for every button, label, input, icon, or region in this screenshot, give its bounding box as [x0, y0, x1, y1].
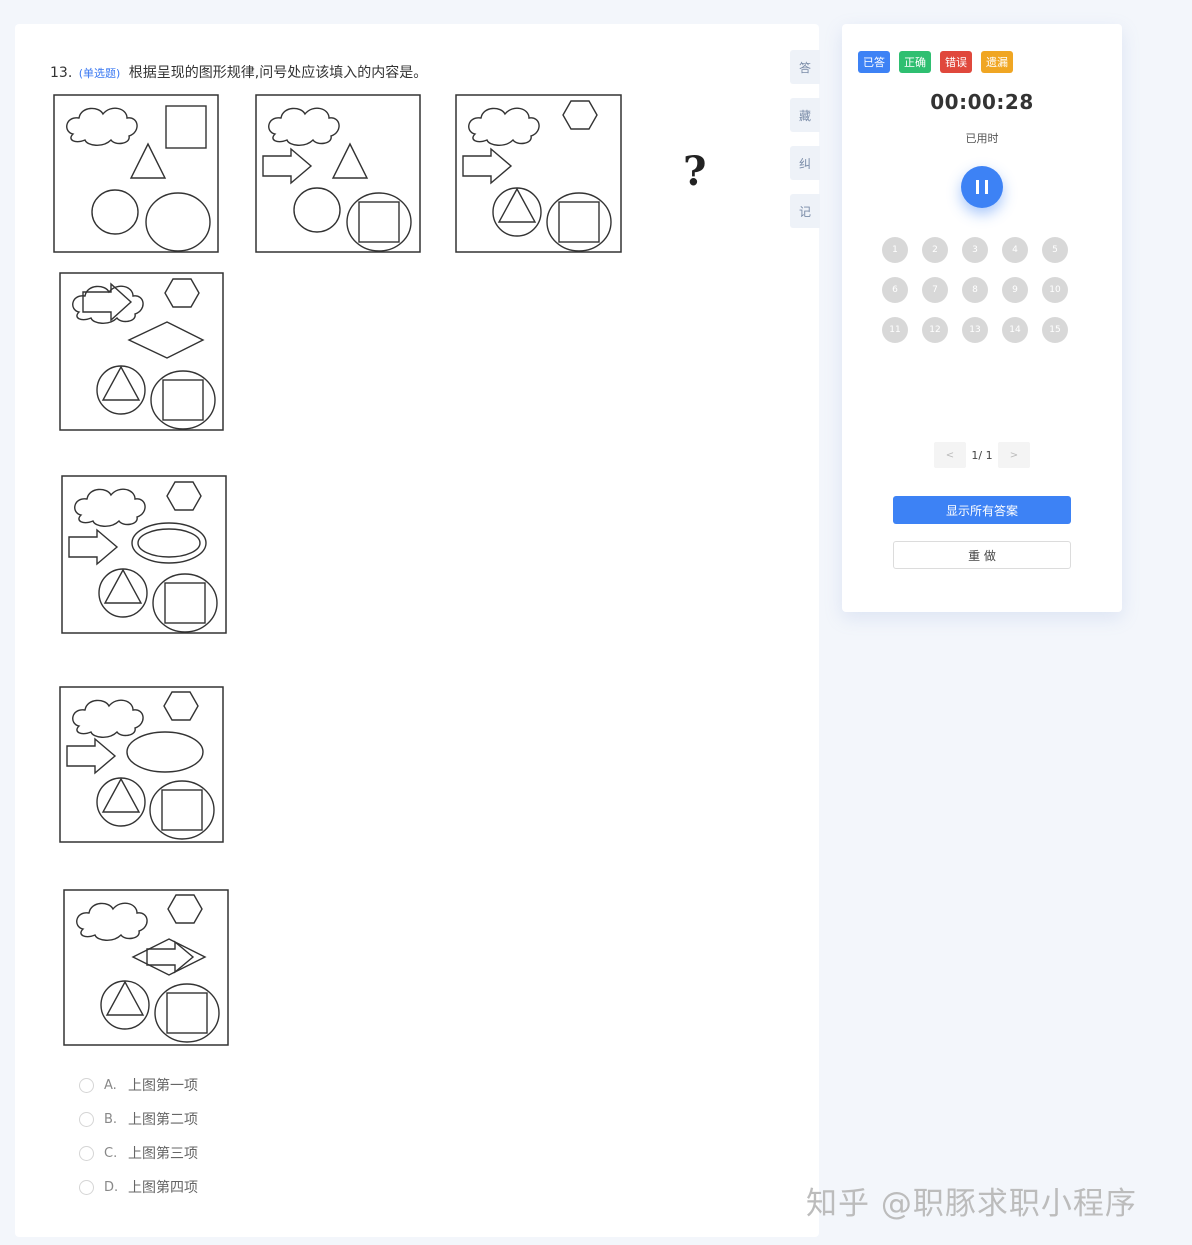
- question-number-button[interactable]: 3: [962, 237, 988, 263]
- legend-missed: 遗漏: [981, 51, 1013, 73]
- tab-favorite[interactable]: 藏: [790, 98, 820, 132]
- question-number-button[interactable]: 11: [882, 317, 908, 343]
- question-text: 根据呈现的图形规律,问号处应该填入的内容是。: [128, 65, 428, 81]
- tab-notes[interactable]: 记: [790, 194, 820, 228]
- status-legend: 已答 正确 错误 遗漏: [858, 51, 1013, 73]
- answer-figure-4: [63, 889, 229, 1049]
- option-key: C.: [104, 1145, 118, 1161]
- legend-wrong: 错误: [940, 51, 972, 73]
- radio-icon[interactable]: [79, 1145, 94, 1161]
- question-number: 13.: [50, 65, 73, 81]
- option-key: B.: [104, 1111, 118, 1127]
- prev-page-button[interactable]: <: [934, 442, 966, 468]
- pagination: < 1/ 1 >: [934, 442, 1030, 468]
- answer-figure-2: [61, 475, 227, 635]
- question-number-button[interactable]: 2: [922, 237, 948, 263]
- watermark: 知乎 @职豚求职小程序: [806, 1186, 1137, 1222]
- radio-icon[interactable]: [79, 1077, 94, 1093]
- option-label: 上图第二项: [128, 1112, 198, 1128]
- option-label: 上图第三项: [128, 1146, 198, 1162]
- answer-figure-3: [59, 686, 225, 846]
- question-number-grid: 1 2 3 4 5 6 7 8 9 10 11 12 13 14 15: [882, 237, 1068, 343]
- answer-figure-1: [59, 272, 225, 432]
- side-toolbar: 答 藏 纠 记: [790, 50, 820, 242]
- question-card: 13. (单选题) 根据呈现的图形规律,问号处应该填入的内容是。 ? A. 上图…: [15, 24, 819, 1237]
- pause-button[interactable]: [961, 166, 1003, 208]
- pause-icon: [976, 180, 979, 194]
- question-number-button[interactable]: 10: [1042, 277, 1068, 303]
- question-number-button[interactable]: 13: [962, 317, 988, 343]
- tab-answer[interactable]: 答: [790, 50, 820, 84]
- legend-correct: 正确: [899, 51, 931, 73]
- option-b[interactable]: B. 上图第二项: [79, 1102, 198, 1136]
- option-list: A. 上图第一项 B. 上图第二项 C. 上图第三项 D. 上图第四项: [79, 1068, 198, 1204]
- question-number-button[interactable]: 1: [882, 237, 908, 263]
- elapsed-timer: 00:00:28: [930, 90, 1034, 114]
- radio-icon[interactable]: [79, 1111, 94, 1127]
- legend-answered: 已答: [858, 51, 890, 73]
- question-number-button[interactable]: 15: [1042, 317, 1068, 343]
- show-all-answers-button[interactable]: 显示所有答案: [893, 496, 1071, 524]
- question-type-tag: (单选题): [78, 67, 121, 80]
- question-number-button[interactable]: 14: [1002, 317, 1028, 343]
- answer-sheet-panel: 已答 正确 错误 遗漏 00:00:28 已用时 1 2 3 4 5 6 7 8…: [842, 24, 1122, 612]
- question-number-button[interactable]: 7: [922, 277, 948, 303]
- radio-icon[interactable]: [79, 1179, 94, 1195]
- tab-report-error[interactable]: 纠: [790, 146, 820, 180]
- question-number-button[interactable]: 9: [1002, 277, 1028, 303]
- redo-button[interactable]: 重 做: [893, 541, 1071, 569]
- option-d[interactable]: D. 上图第四项: [79, 1170, 198, 1204]
- option-label: 上图第四项: [128, 1180, 198, 1196]
- question-mark: ?: [683, 148, 707, 195]
- question-number-button[interactable]: 12: [922, 317, 948, 343]
- option-key: D.: [104, 1179, 119, 1195]
- option-a[interactable]: A. 上图第一项: [79, 1068, 198, 1102]
- option-key: A.: [104, 1077, 117, 1093]
- sequence-figure-2: [255, 94, 421, 254]
- option-c[interactable]: C. 上图第三项: [79, 1136, 198, 1170]
- next-page-button[interactable]: >: [998, 442, 1030, 468]
- question-number-button[interactable]: 5: [1042, 237, 1068, 263]
- question-number-button[interactable]: 6: [882, 277, 908, 303]
- timer-label: 已用时: [965, 132, 999, 145]
- sequence-figure-1: [53, 94, 219, 254]
- question-number-button[interactable]: 8: [962, 277, 988, 303]
- question-number-button[interactable]: 4: [1002, 237, 1028, 263]
- sequence-figure-3: [455, 94, 623, 254]
- option-label: 上图第一项: [128, 1078, 198, 1094]
- question-stem: 13. (单选题) 根据呈现的图形规律,问号处应该填入的内容是。: [50, 62, 427, 82]
- page-indicator: 1/ 1: [971, 448, 993, 462]
- pause-icon: [985, 180, 988, 194]
